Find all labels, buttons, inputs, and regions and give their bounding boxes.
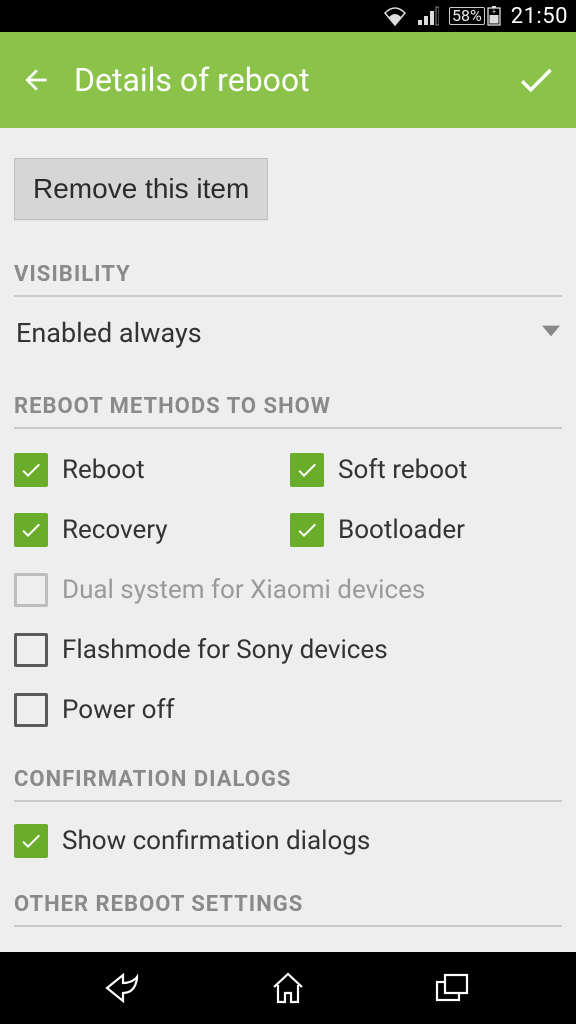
- checkbox-icon: [290, 453, 324, 487]
- checkbox-label: Flashmode for Sony devices: [62, 635, 388, 665]
- app-bar: Details of reboot: [0, 32, 576, 128]
- checkbox-label: Bootloader: [338, 515, 465, 545]
- other-block: Only use shell commands for carrying out…: [14, 927, 562, 952]
- checkbox-icon: [14, 573, 48, 607]
- nav-home-icon: [270, 971, 306, 1005]
- checkbox-icon: [14, 693, 48, 727]
- section-header-methods: REBOOT METHODS TO SHOW: [14, 394, 562, 429]
- checkbox-show-confirm[interactable]: Show confirmation dialogs: [14, 816, 562, 866]
- battery-icon: +: [487, 6, 501, 26]
- checkbox-label: Power off: [62, 695, 175, 725]
- back-button[interactable]: [14, 58, 58, 102]
- clock: 21:50: [511, 4, 568, 29]
- checkbox-label: Reboot: [62, 455, 145, 485]
- visibility-dropdown[interactable]: Enabled always: [14, 297, 562, 368]
- status-bar: 58% + 21:50: [0, 0, 576, 32]
- caret-down-icon: [542, 322, 560, 344]
- section-header-other: OTHER REBOOT SETTINGS: [14, 892, 562, 927]
- wifi-icon: [383, 6, 407, 26]
- checkbox-icon: [14, 824, 48, 858]
- check-icon: [515, 59, 557, 101]
- arrow-left-icon: [20, 64, 52, 96]
- content: Remove this item VISIBILITY Enabled alwa…: [0, 128, 576, 952]
- checkbox-icon: [14, 633, 48, 667]
- nav-recents-button[interactable]: [412, 964, 492, 1012]
- checkbox-icon: [14, 453, 48, 487]
- checkbox-flashmode[interactable]: Flashmode for Sony devices: [14, 627, 562, 673]
- checkbox-soft-reboot[interactable]: Soft reboot: [290, 447, 562, 493]
- checkbox-shell-commands[interactable]: Only use shell commands for carrying out…: [14, 941, 562, 952]
- nav-home-button[interactable]: [248, 964, 328, 1012]
- checkbox-dual-system: Dual system for Xiaomi devices: [14, 567, 562, 613]
- remove-item-button[interactable]: Remove this item: [14, 158, 268, 220]
- methods-grid: Reboot Soft reboot Recovery Bootloader D…: [14, 429, 562, 741]
- signal-icon: [417, 6, 439, 26]
- visibility-selected: Enabled always: [16, 317, 542, 349]
- battery-indicator: 58% +: [449, 6, 501, 26]
- confirm-button[interactable]: [510, 54, 562, 106]
- section-header-confirm: CONFIRMATION DIALOGS: [14, 767, 562, 802]
- checkbox-bootloader[interactable]: Bootloader: [290, 507, 562, 553]
- battery-percent: 58%: [449, 7, 485, 25]
- confirm-block: Show confirmation dialogs: [14, 802, 562, 866]
- checkbox-label: Dual system for Xiaomi devices: [62, 575, 425, 605]
- screen: 58% + 21:50 Details of reboot Remove thi…: [0, 0, 576, 1024]
- svg-text:+: +: [492, 8, 496, 16]
- nav-back-icon: [103, 971, 145, 1005]
- nav-back-button[interactable]: [84, 964, 164, 1012]
- checkbox-power-off[interactable]: Power off: [14, 687, 562, 733]
- checkbox-recovery[interactable]: Recovery: [14, 507, 286, 553]
- checkbox-label: Soft reboot: [338, 455, 467, 485]
- page-title: Details of reboot: [74, 61, 510, 99]
- checkbox-label: Show confirmation dialogs: [62, 826, 370, 856]
- nav-recents-icon: [433, 972, 471, 1004]
- section-header-visibility: VISIBILITY: [14, 262, 562, 297]
- checkbox-reboot[interactable]: Reboot: [14, 447, 286, 493]
- checkbox-icon: [290, 513, 324, 547]
- nav-bar: [0, 952, 576, 1024]
- checkbox-icon: [14, 513, 48, 547]
- checkbox-label: Recovery: [62, 515, 168, 545]
